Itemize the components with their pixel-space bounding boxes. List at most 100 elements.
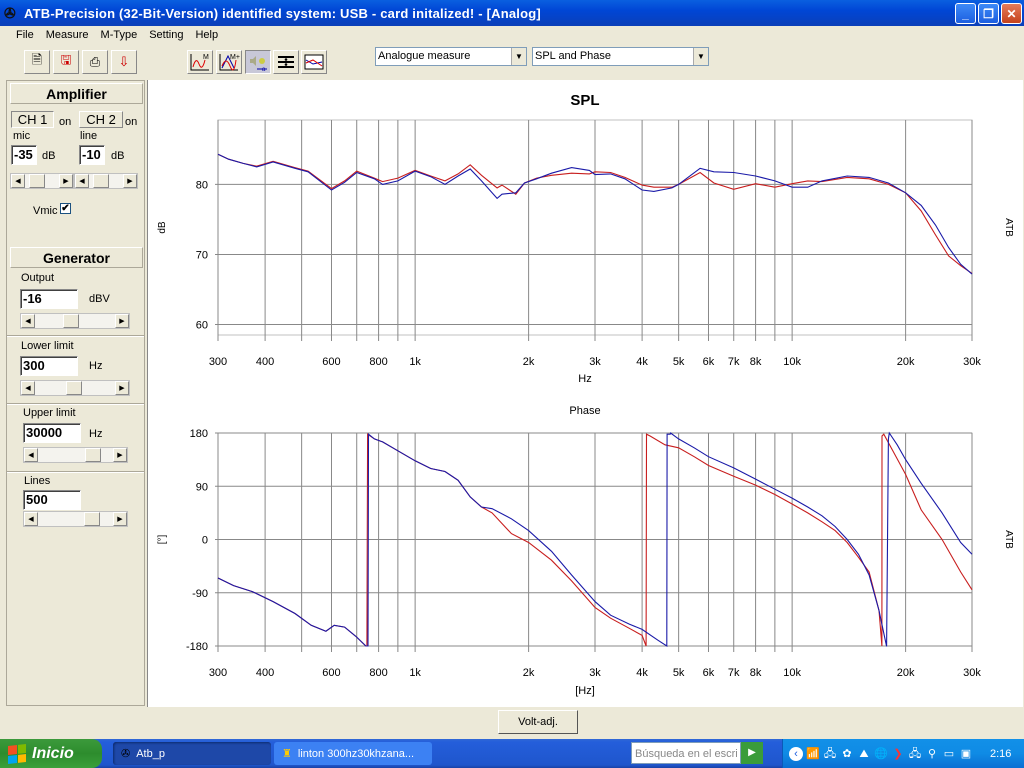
vmic-checkbox[interactable]: ✔ [60,203,71,214]
scroll-left-icon[interactable]: ◀ [75,174,89,188]
system-tray: ‹ 📶 🖧 ✿ ⛰ 🌐 ❯ 🖧 ⚲ ▭ ▣ 2:16 [782,739,1024,768]
scroll-left-icon[interactable]: ◀ [21,381,35,395]
spl-xtick-label: 600 [322,356,340,368]
scroll-left-icon[interactable]: ◀ [24,448,38,462]
spl-xtick-label: 20k [897,356,915,368]
phase-xtick-label: 800 [369,667,387,679]
phase-xtick-label: 30k [963,667,981,679]
scroll-left-icon[interactable]: ◀ [24,512,38,526]
phase-xtick-label: 7k [728,667,740,679]
close-button[interactable]: ✕ [1001,3,1022,24]
ch2-gain-field[interactable]: -10 [79,145,105,165]
lines-slider[interactable]: ◀ ▶ [23,511,128,527]
slider-thumb[interactable] [66,381,82,395]
upper-limit-slider[interactable]: ◀ ▶ [23,447,128,463]
phase-ytick-label: 0 [202,535,208,547]
ch1-gain-field[interactable]: -35 [11,145,37,165]
tray-app-icon[interactable]: ▣ [959,747,973,761]
divider [7,403,144,405]
settings-list-button[interactable] [273,50,299,74]
ch2-gain-slider[interactable]: ◀ ▶ [74,173,138,189]
tray-expand-icon[interactable]: ‹ [789,746,803,761]
upper-limit-field[interactable]: 30000 [23,423,81,443]
task-atb[interactable]: ✇ Atb_p [113,742,271,765]
arrow-app-icon[interactable]: ❯ [891,747,905,761]
ch1-input-label: mic [13,130,31,142]
export-button[interactable]: ⇩ [111,50,137,74]
chart-area: 60 70 80 300 400 600 800 1k 2k 3k 4k 5k 6k 7k 8k 10k 20k… [147,80,1023,707]
vmic-label: Vmic [33,205,58,217]
display-type-select[interactable]: SPL and Phase ▼ [532,47,709,66]
spl-xtick-label: 300 [209,356,227,368]
speaker-adjust-button[interactable]: a [245,50,271,74]
lower-limit-unit: Hz [89,360,103,372]
menu-bar: File Measure M-Type Setting Help [0,26,1024,44]
monitor-icon[interactable]: ▭ [942,747,956,761]
search-input[interactable]: Búsqueda en el escri [631,742,741,764]
lower-limit-slider[interactable]: ◀ ▶ [20,380,130,396]
wireless-network-icon[interactable]: 📶 [806,747,820,761]
phase-xtick-label: 600 [322,667,340,679]
spl-xtick-label: 30k [963,356,981,368]
svg-text:M: M [203,54,209,61]
ch2-button[interactable]: CH 2 [79,111,123,128]
output-field[interactable]: -16 [20,289,78,309]
phase-xtick-label: 300 [209,667,227,679]
slider-thumb[interactable] [93,174,109,188]
scroll-right-icon[interactable]: ▶ [115,381,129,395]
search-icon[interactable]: ⚲ [925,747,939,761]
task-linton[interactable]: ♜ linton 300hz30khzana... [274,742,432,765]
scroll-right-icon[interactable]: ▶ [59,174,73,188]
charts-svg: 60 70 80 300 400 600 800 1k 2k 3k 4k 5k 6k 7k 8k 10k 20k… [157,92,1014,697]
lower-limit-field[interactable]: 300 [20,356,78,376]
ch1-button[interactable]: CH 1 [11,111,54,128]
print-icon: ⎙ [89,54,101,69]
start-button[interactable]: Inicio [0,739,102,768]
network-icon[interactable]: 🖧 [908,747,922,761]
phase-side-label: ATB [1003,530,1014,549]
chevron-down-icon[interactable]: ▼ [511,48,526,65]
export-icon: ⇩ [118,54,130,69]
volt-adj-button[interactable]: Volt-adj. [498,710,578,734]
scroll-left-icon[interactable]: ◀ [21,314,35,328]
globe-icon[interactable]: 🌐 [874,747,888,761]
spl-xtick-label: 6k [703,356,715,368]
scroll-right-icon[interactable]: ▶ [113,512,127,526]
phase-xtick-label: 10k [783,667,801,679]
search-go-button[interactable]: ▶ [741,742,763,764]
slider-thumb[interactable] [62,314,79,328]
ch1-gain-slider[interactable]: ◀ ▶ [10,173,74,189]
menu-help[interactable]: Help [189,29,224,41]
tray-app-icon[interactable]: ⛰ [857,747,871,761]
slider-thumb[interactable] [84,448,101,462]
tray-app-icon[interactable]: ✿ [840,747,854,761]
menu-measure[interactable]: Measure [40,29,95,41]
minimize-button[interactable]: _ [955,3,976,24]
new-document-button[interactable]: 🗎 [24,50,50,74]
slider-thumb[interactable] [29,174,45,188]
menu-file[interactable]: File [10,29,40,41]
menu-m-type[interactable]: M-Type [95,29,144,41]
scroll-right-icon[interactable]: ▶ [115,314,129,328]
spl-xtick-label: 800 [369,356,387,368]
menu-setting[interactable]: Setting [143,29,189,41]
measure-type-select[interactable]: Analogue measure ▼ [375,47,527,66]
print-button[interactable]: ⎙ [82,50,108,74]
scroll-left-icon[interactable]: ◀ [11,174,25,188]
scroll-right-icon[interactable]: ▶ [113,448,127,462]
ch2-gain-unit: dB [111,150,125,162]
scroll-right-icon[interactable]: ▶ [123,174,137,188]
chevron-down-icon[interactable]: ▼ [693,48,708,65]
measure-button[interactable]: M [187,50,213,74]
output-slider[interactable]: ◀ ▶ [20,313,130,329]
atb-app-icon: ✇ [121,748,131,760]
slider-thumb[interactable] [83,512,100,526]
clock: 2:16 [990,747,1012,760]
restore-button[interactable]: ❐ [978,3,999,24]
graph-view-button[interactable] [301,50,327,74]
network-disconnected-icon[interactable]: 🖧 [823,747,837,761]
measure-plus-button[interactable]: M+ [216,50,242,74]
lines-field[interactable]: 500 [23,490,81,510]
save-button[interactable]: 🖫 [53,50,79,74]
window-title: ATB-Precision (32-Bit-Version) identifie… [24,5,541,21]
